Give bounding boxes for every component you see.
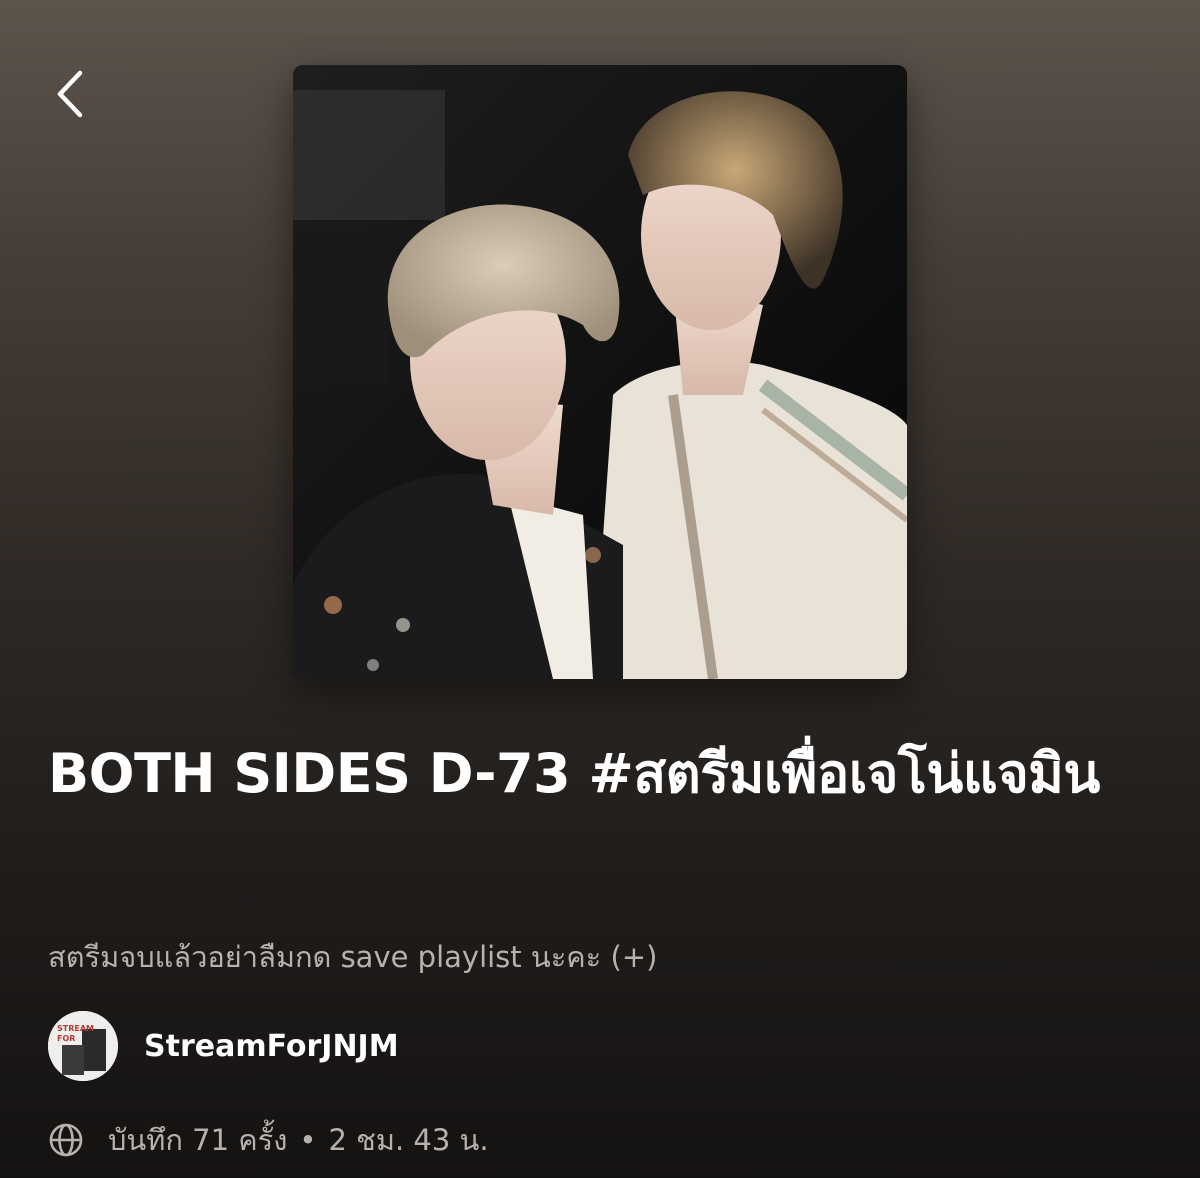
owner-name[interactable]: StreamForJNJM: [144, 1029, 399, 1064]
save-count: บันทึก 71 ครั้ง: [108, 1123, 288, 1157]
back-button[interactable]: [40, 62, 100, 126]
meta-separator: •: [299, 1123, 317, 1157]
svg-text:STREAM: STREAM: [57, 1024, 94, 1033]
playlist-duration: 2 ชม. 43 น.: [328, 1123, 489, 1157]
globe-icon: [49, 1123, 83, 1157]
chevron-left-icon: [57, 70, 83, 118]
svg-text:FOR: FOR: [57, 1034, 75, 1043]
playlist-cover-image: [293, 65, 907, 679]
playlist-meta: บันทึก 71 ครั้ง • 2 ชม. 43 น.: [48, 1115, 489, 1165]
playlist-description: สตรีมจบแล้วอย่าลืมกด save playlist นะคะ …: [48, 940, 658, 974]
owner-avatar[interactable]: STREAM FOR: [48, 1011, 118, 1081]
playlist-owner[interactable]: STREAM FOR StreamForJNJM: [48, 1010, 399, 1082]
playlist-title: BOTH SIDES D-73 #สตรีมเพื่อเจโน่แจมิน: [48, 742, 1100, 805]
